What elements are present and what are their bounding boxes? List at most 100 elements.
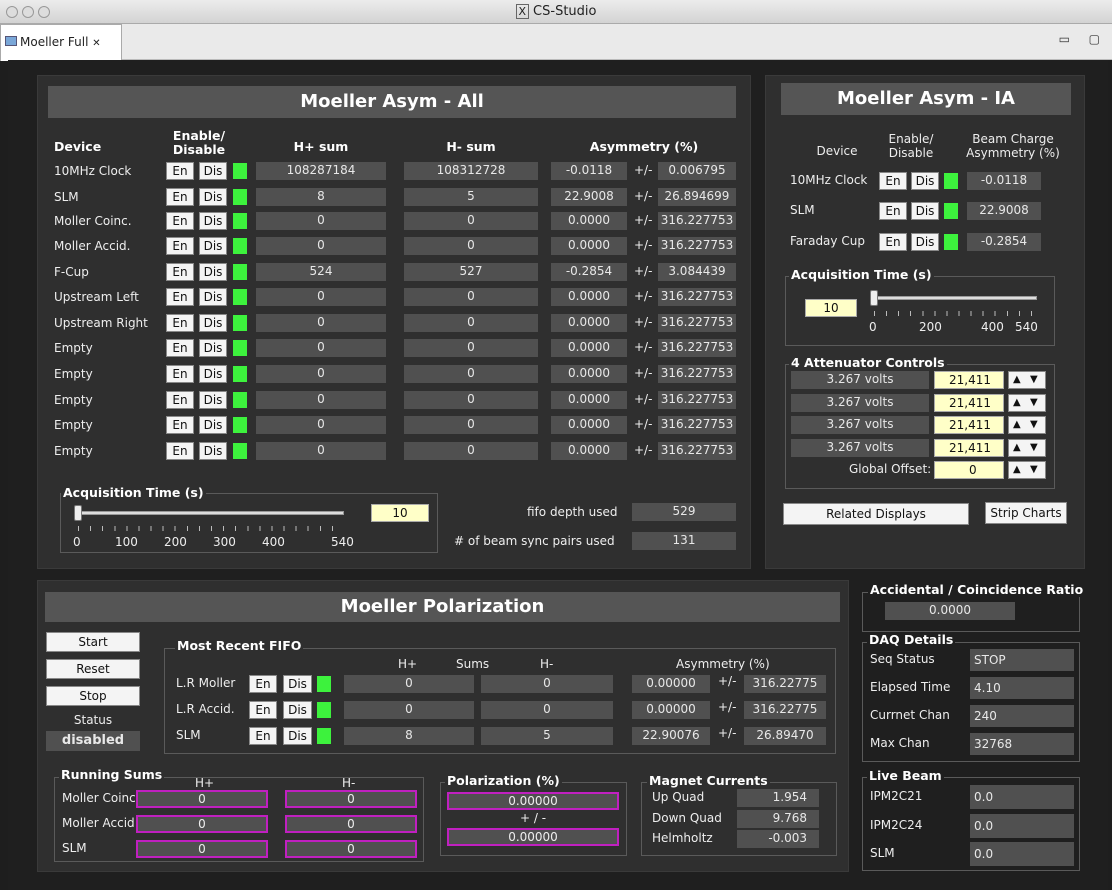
enable-button[interactable]: En [166, 212, 194, 230]
disable-button[interactable]: Dis [911, 233, 939, 251]
decrement-icon[interactable]: ▼ [1030, 419, 1038, 430]
attenuator-input[interactable]: 21,411 [934, 416, 1004, 434]
enable-button[interactable]: En [249, 675, 277, 693]
enable-button[interactable]: En [166, 365, 194, 383]
enable-button[interactable]: En [249, 727, 277, 745]
global-offset-input[interactable]: 0 [934, 461, 1004, 479]
attenuator-spinner[interactable]: ▲ ▼ [1008, 394, 1046, 412]
enable-button[interactable]: En [879, 233, 907, 251]
disable-button[interactable]: Dis [199, 365, 227, 383]
decrement-icon[interactable]: ▼ [1030, 397, 1038, 408]
hminus-sum-value: 527 [404, 263, 538, 281]
disable-button[interactable]: Dis [199, 442, 227, 460]
reset-button[interactable]: Reset [46, 659, 140, 679]
start-button[interactable]: Start [46, 632, 140, 652]
attenuator-input[interactable]: 21,411 [934, 394, 1004, 412]
disable-button[interactable]: Dis [283, 675, 312, 693]
disable-button[interactable]: Dis [199, 339, 227, 357]
close-tab-icon[interactable]: ✕ [92, 38, 100, 49]
attenuator-spinner[interactable]: ▲ ▼ [1008, 371, 1046, 389]
attenuator-input[interactable]: 21,411 [934, 439, 1004, 457]
increment-icon[interactable]: ▲ [1013, 397, 1021, 408]
asym-all-title: Moeller Asym - All [48, 86, 736, 118]
ia-acq-input[interactable]: 10 [805, 299, 857, 317]
hminus-sum-value: 108312728 [404, 162, 538, 180]
stop-button[interactable]: Stop [46, 686, 140, 706]
device-label: Moller Accid. [54, 239, 131, 253]
enable-button[interactable]: En [166, 162, 194, 180]
decrement-icon[interactable]: ▼ [1030, 464, 1038, 475]
strip-charts-button[interactable]: Strip Charts [985, 502, 1067, 524]
fifo-col-sums: Sums [456, 657, 490, 671]
enable-button[interactable]: En [166, 416, 194, 434]
enable-button[interactable]: En [879, 202, 907, 220]
beam-charge-asym-value: -0.0118 [967, 172, 1041, 190]
acq-slider-thumb[interactable] [74, 505, 82, 521]
attenuator-spinner[interactable]: ▲ ▼ [1008, 416, 1046, 434]
asymmetry-value: 0.0000 [551, 339, 627, 357]
tab-moeller-full[interactable]: Moeller Full ✕ [0, 24, 122, 61]
enable-button[interactable]: En [166, 188, 194, 206]
polarization-pct-title: Polarization (%) [445, 773, 562, 788]
global-offset-spinner[interactable]: ▲ ▼ [1008, 461, 1046, 479]
hplus-sum-value: 8 [256, 188, 386, 206]
increment-icon[interactable]: ▲ [1013, 464, 1021, 475]
minimize-view-icon[interactable]: ▭ [1059, 32, 1070, 46]
acq-time-input[interactable]: 10 [371, 504, 429, 522]
increment-icon[interactable]: ▲ [1013, 442, 1021, 453]
fifo-depth-label: fifo depth used [527, 505, 618, 519]
status-led [233, 340, 247, 356]
fifo-row-label: SLM [176, 728, 201, 742]
disable-button[interactable]: Dis [911, 202, 939, 220]
status-led [233, 392, 247, 408]
disable-button[interactable]: Dis [911, 172, 939, 190]
magnet-value: 1.954 [737, 789, 819, 807]
acq-slider-track[interactable] [78, 511, 344, 515]
disable-button[interactable]: Dis [199, 391, 227, 409]
maximize-view-icon[interactable]: ▢ [1089, 32, 1100, 46]
enable-button[interactable]: En [166, 391, 194, 409]
disable-button[interactable]: Dis [199, 162, 227, 180]
disable-button[interactable]: Dis [199, 188, 227, 206]
hplus-sum-value: 0 [256, 314, 386, 332]
increment-icon[interactable]: ▲ [1013, 374, 1021, 385]
running-sums-title: Running Sums [59, 767, 165, 782]
enable-button[interactable]: En [166, 263, 194, 281]
ia-acq-slider-track[interactable] [874, 296, 1037, 300]
attenuator-spinner[interactable]: ▲ ▼ [1008, 439, 1046, 457]
related-displays-button[interactable]: Related Displays [783, 503, 969, 525]
enable-button[interactable]: En [166, 314, 194, 332]
rs-col-hminus: H- [342, 776, 356, 790]
decrement-icon[interactable]: ▼ [1030, 442, 1038, 453]
status-led [944, 203, 958, 219]
hplus-sum-value: 0 [256, 237, 386, 255]
hplus-sum-value: 0 [256, 288, 386, 306]
disable-button[interactable]: Dis [283, 701, 312, 719]
enable-button[interactable]: En [249, 701, 277, 719]
disable-button[interactable]: Dis [199, 237, 227, 255]
enable-button[interactable]: En [166, 237, 194, 255]
attenuator-input[interactable]: 21,411 [934, 371, 1004, 389]
disable-button[interactable]: Dis [199, 263, 227, 281]
col-hminus-sum: H- sum [446, 139, 496, 154]
hplus-sum-value: 524 [256, 263, 386, 281]
daq-label: Currnet Chan [870, 708, 950, 722]
disable-button[interactable]: Dis [199, 314, 227, 332]
hplus-sum-value: 0 [256, 365, 386, 383]
device-label: SLM [54, 190, 79, 204]
decrement-icon[interactable]: ▼ [1030, 374, 1038, 385]
enable-button[interactable]: En [879, 172, 907, 190]
live-beam-title: Live Beam [867, 768, 944, 783]
disable-button[interactable]: Dis [199, 212, 227, 230]
enable-button[interactable]: En [166, 442, 194, 460]
disable-button[interactable]: Dis [199, 288, 227, 306]
increment-icon[interactable]: ▲ [1013, 419, 1021, 430]
enable-button[interactable]: En [166, 339, 194, 357]
ia-acq-slider-thumb[interactable] [870, 290, 878, 306]
disable-button[interactable]: Dis [199, 416, 227, 434]
asymmetry-error-value: 316.227753 [658, 442, 736, 460]
disable-button[interactable]: Dis [283, 727, 312, 745]
fifo-title: Most Recent FIFO [175, 638, 304, 653]
enable-button[interactable]: En [166, 288, 194, 306]
ia-acq-tick-400: 400 [981, 320, 1004, 334]
